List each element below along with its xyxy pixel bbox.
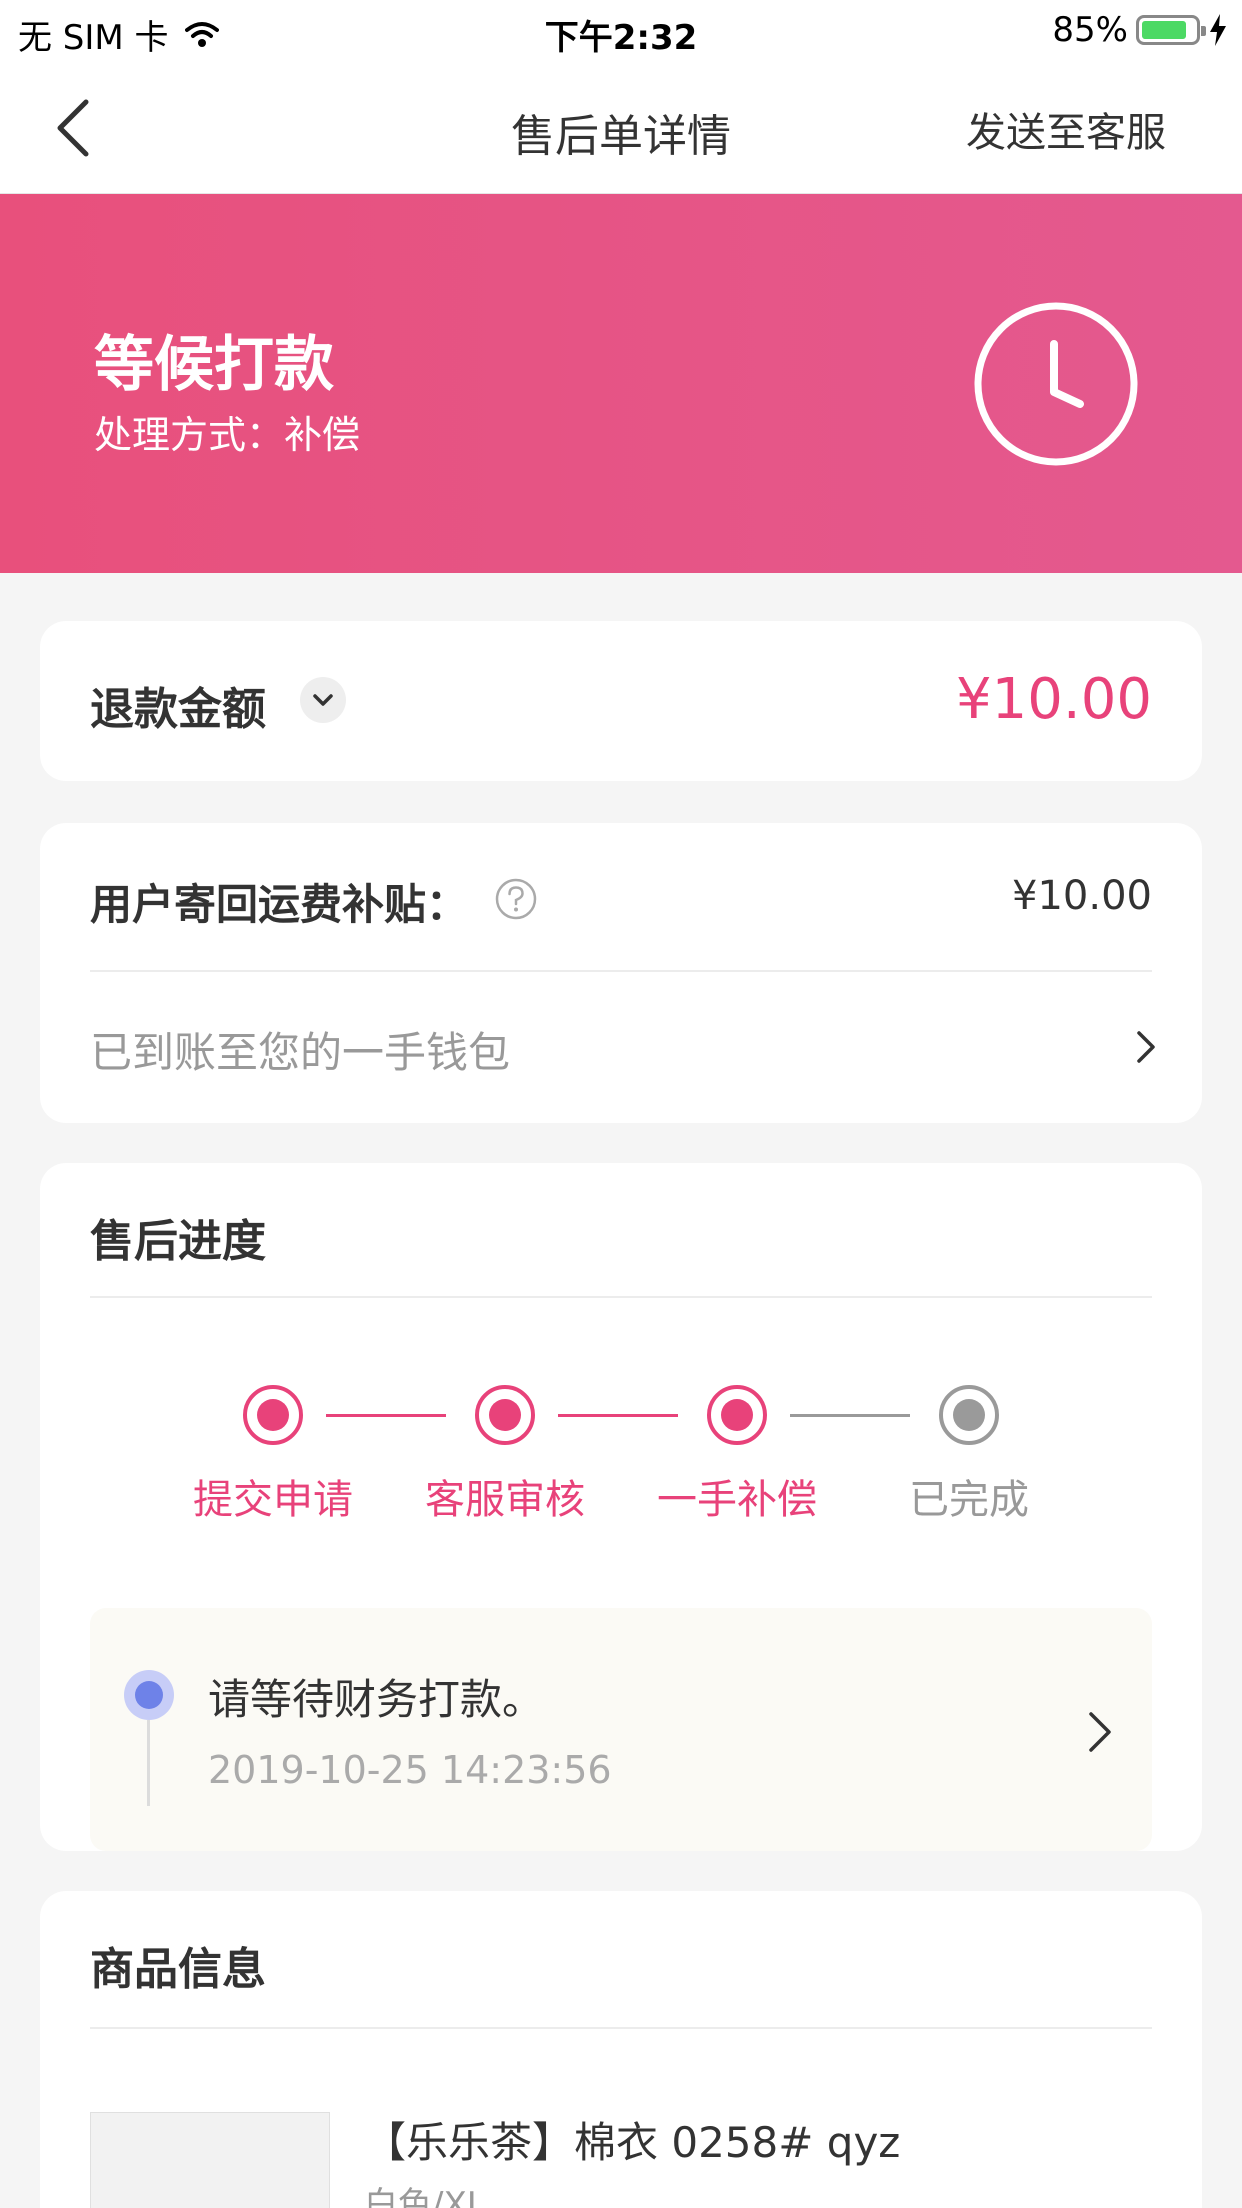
step-review: 客服审核 bbox=[405, 1385, 605, 1525]
step-dot bbox=[707, 1385, 767, 1445]
product-section-title: 商品信息 bbox=[90, 1944, 266, 1995]
subsidy-amount: ¥10.00 bbox=[1012, 873, 1152, 919]
timeline-dot bbox=[124, 1670, 174, 1720]
progress-log[interactable]: 请等待财务打款。 2019-10-25 14:23:56 bbox=[90, 1608, 1152, 1851]
step-compensate: 一手补偿 bbox=[637, 1385, 837, 1525]
product-image[interactable] bbox=[90, 2112, 330, 2208]
step-label: 客服审核 bbox=[425, 1477, 585, 1523]
status-bar: 无 SIM 卡 下午2:32 85% bbox=[0, 0, 1242, 62]
chevron-right-icon[interactable] bbox=[1130, 1027, 1160, 1067]
status-title: 等候打款 bbox=[94, 330, 334, 400]
log-timestamp: 2019-10-25 14:23:56 bbox=[208, 1748, 612, 1792]
help-icon[interactable] bbox=[494, 877, 538, 921]
battery-nub bbox=[1201, 26, 1206, 36]
status-right: 85% bbox=[1052, 10, 1228, 50]
refund-card: 退款金额 ¥10.00 bbox=[40, 621, 1202, 781]
step-submit: 提交申请 bbox=[173, 1385, 373, 1525]
chevron-right-icon[interactable] bbox=[1084, 1708, 1114, 1756]
expand-toggle[interactable] bbox=[300, 677, 346, 723]
step-dot bbox=[939, 1385, 999, 1445]
chevron-down-icon bbox=[313, 694, 333, 706]
step-label: 一手补偿 bbox=[657, 1477, 817, 1523]
step-dot bbox=[475, 1385, 535, 1445]
refund-label: 退款金额 bbox=[90, 684, 266, 735]
wallet-link[interactable]: 已到账至您的一手钱包 bbox=[90, 1019, 510, 1080]
step-label: 提交申请 bbox=[193, 1477, 353, 1523]
product-name[interactable]: 【乐乐茶】棉衣 0258# qyz bbox=[364, 2109, 900, 2170]
battery-icon bbox=[1136, 15, 1206, 45]
log-message: 请等待财务打款。 bbox=[208, 1675, 545, 1724]
handling-method: 处理方式：补偿 bbox=[94, 413, 361, 457]
progress-card: 售后进度 提交申请 客服审核 一手补偿 已完成 请等待财务打款。 2019-10… bbox=[40, 1163, 1202, 1851]
divider bbox=[90, 2027, 1152, 2029]
timeline-line bbox=[147, 1720, 150, 1806]
step-label: 已完成 bbox=[909, 1477, 1029, 1523]
step-dot bbox=[243, 1385, 303, 1445]
charging-icon bbox=[1210, 14, 1226, 46]
subsidy-card: 用户寄回运费补贴： ¥10.00 已到账至您的一手钱包 bbox=[40, 823, 1202, 1123]
product-spec: 白色/XL bbox=[364, 2185, 486, 2208]
step-complete: 已完成 bbox=[869, 1385, 1069, 1525]
refund-amount: ¥10.00 bbox=[956, 667, 1152, 732]
progress-title: 售后进度 bbox=[90, 1216, 266, 1267]
nav-bar: 售后单详情 发送至客服 bbox=[0, 62, 1242, 194]
subsidy-label: 用户寄回运费补贴： bbox=[90, 880, 469, 929]
send-to-service-button[interactable]: 发送至客服 bbox=[966, 100, 1166, 158]
status-banner: 等候打款 处理方式：补偿 bbox=[0, 194, 1242, 573]
divider bbox=[90, 1296, 1152, 1298]
battery-percent: 85% bbox=[1052, 10, 1128, 50]
product-card: 商品信息 【乐乐茶】棉衣 0258# qyz 白色/XL bbox=[40, 1891, 1202, 2208]
divider bbox=[90, 970, 1152, 972]
battery-fill bbox=[1142, 21, 1187, 39]
clock-icon bbox=[974, 302, 1138, 466]
